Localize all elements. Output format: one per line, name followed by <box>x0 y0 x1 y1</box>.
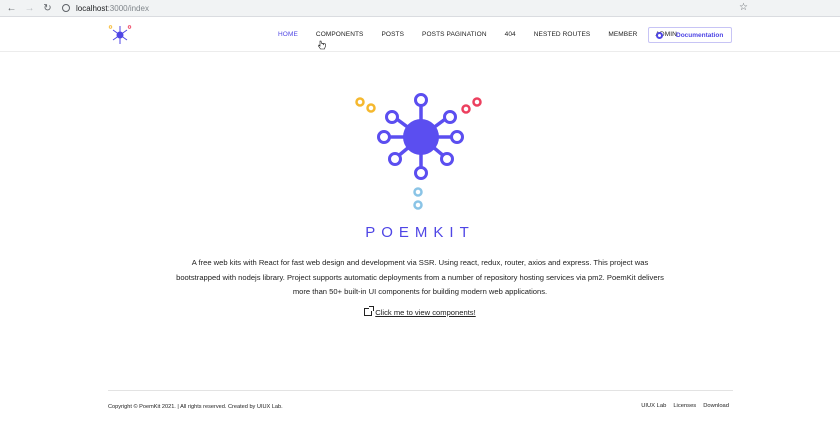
footer-links: UIUX Lab Licenses Download <box>634 403 729 409</box>
nav-home[interactable]: HOME <box>278 31 298 38</box>
copyright-text: Copyright © PoemKit 2021. | All rights r… <box>108 404 283 410</box>
cta-container: Click me to view components! <box>0 306 840 317</box>
address-bar[interactable]: localhost:3000/index <box>76 4 149 13</box>
site-header: HOME COMPONENTS POSTS POSTS PAGINATION 4… <box>0 17 840 52</box>
back-icon[interactable]: ← <box>5 2 18 15</box>
external-link-icon <box>364 306 375 316</box>
brand-title: POEMKIT <box>365 224 475 241</box>
github-icon <box>656 31 663 39</box>
poemkit-hero-logo <box>355 93 482 210</box>
logo-icon[interactable] <box>108 24 132 46</box>
url-path: :3000/index <box>107 3 149 13</box>
forward-icon[interactable]: → <box>23 2 36 15</box>
footer-divider <box>108 390 733 391</box>
nav-nested-routes[interactable]: NESTED ROUTES <box>534 31 591 38</box>
hand-cursor-icon <box>318 40 326 50</box>
footer-link-download[interactable]: Download <box>703 403 729 409</box>
documentation-label: Documentation <box>676 31 724 39</box>
nav-posts[interactable]: POSTS <box>382 31 405 38</box>
browser-toolbar: ← → ↻ localhost:3000/index ☆ <box>0 0 840 17</box>
nav-member[interactable]: MEMBER <box>608 31 637 38</box>
documentation-button[interactable]: Documentation <box>648 27 732 43</box>
footer-link-uiux-lab[interactable]: UIUX Lab <box>641 403 666 409</box>
hero-description: A free web kits with React for fast web … <box>176 258 664 296</box>
footer-link-licenses[interactable]: Licenses <box>673 403 696 409</box>
reload-icon[interactable]: ↻ <box>41 2 54 15</box>
nav-404[interactable]: 404 <box>505 31 516 38</box>
view-components-link[interactable]: Click me to view components! <box>375 308 475 317</box>
main-nav: HOME COMPONENTS POSTS POSTS PAGINATION 4… <box>278 17 695 52</box>
nav-posts-pagination[interactable]: POSTS PAGINATION <box>422 31 487 38</box>
bookmark-star-icon[interactable]: ☆ <box>739 2 748 13</box>
nav-components[interactable]: COMPONENTS <box>316 31 364 38</box>
url-host: localhost <box>76 3 108 13</box>
info-icon[interactable] <box>62 4 70 12</box>
